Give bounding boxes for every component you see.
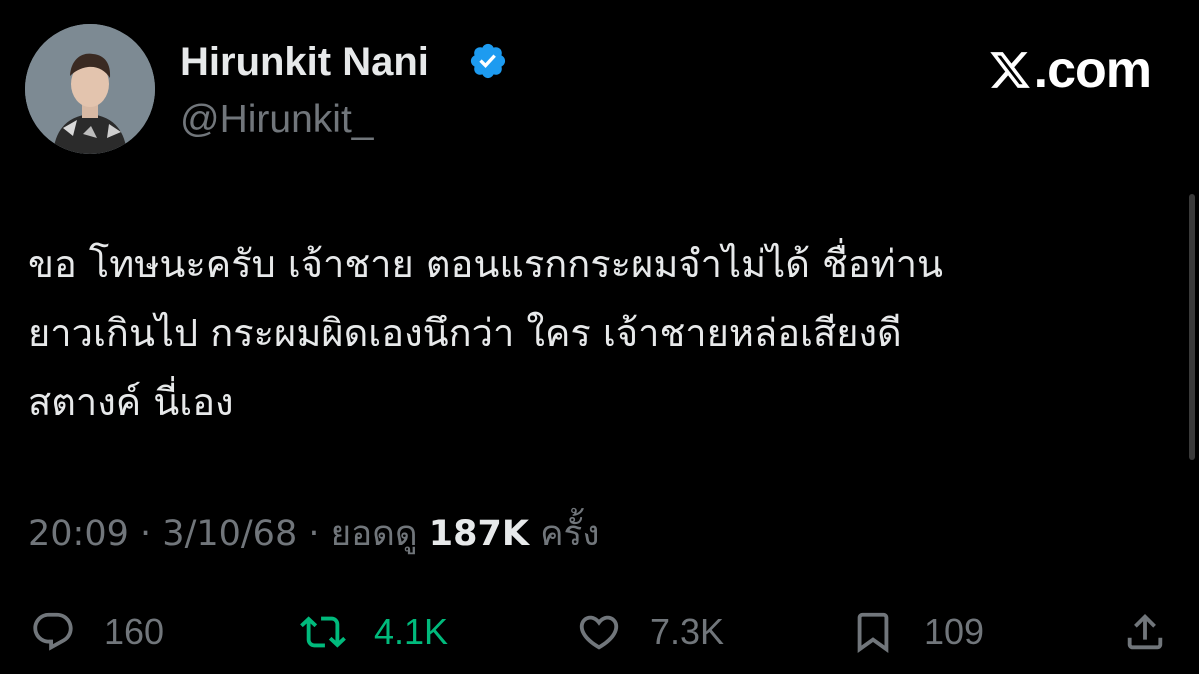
brand-text: .com: [1033, 41, 1152, 99]
retweet-icon: [300, 616, 346, 648]
bookmark-icon: [857, 612, 889, 653]
share-button[interactable]: [1122, 604, 1168, 660]
x-logo-icon: [989, 52, 1030, 88]
bookmark-button[interactable]: 109: [850, 604, 984, 660]
author-handle[interactable]: @Hirunkit_: [180, 97, 373, 143]
avatar-portrait-image: [25, 24, 155, 154]
like-count: 7.3K: [650, 611, 725, 652]
meta-separator: ·: [308, 514, 320, 554]
tweet-time[interactable]: 20:09: [28, 514, 129, 554]
bookmark-count: 109: [924, 611, 985, 652]
action-bar: 160 4.1K 7.3K 109: [0, 604, 1199, 660]
tweet-text-line: สตางค์ นี่เอง: [28, 380, 234, 424]
reply-button[interactable]: 160: [30, 604, 164, 660]
tweet-meta: 20:09 · 3/10/68 · ยอดดู 187K ครั้ง: [28, 512, 599, 556]
retweet-count: 4.1K: [374, 611, 449, 652]
views-label: ยอดดู: [330, 514, 418, 554]
heart-icon: [579, 615, 619, 650]
views-count: 187K: [428, 514, 529, 554]
reply-count: 160: [104, 611, 165, 652]
reply-icon: [33, 612, 73, 651]
scrollbar[interactable]: [1189, 194, 1195, 460]
retweet-button[interactable]: 4.1K: [300, 604, 448, 660]
avatar[interactable]: [25, 24, 155, 154]
tweet-text-line: ขอ โทษนะครับ เจ้าชาย ตอนแรกกระผมจำไม่ได้…: [28, 242, 944, 286]
meta-separator: ·: [140, 514, 152, 554]
x-com-brand: .com: [988, 40, 1152, 100]
tweet-date[interactable]: 3/10/68: [162, 514, 297, 554]
share-icon: [1127, 613, 1163, 650]
views-suffix: ครั้ง: [540, 514, 600, 554]
verified-badge-icon: [470, 43, 506, 79]
author-display-name[interactable]: Hirunkit Nani: [180, 38, 429, 86]
tweet-text-line: ยาวเกินไป กระผมผิดเองนึกว่า ใคร เจ้าชายห…: [28, 311, 902, 355]
tweet-text: ขอ โทษนะครับ เจ้าชาย ตอนแรกกระผมจำไม่ได้…: [28, 230, 1158, 437]
like-button[interactable]: 7.3K: [576, 604, 724, 660]
